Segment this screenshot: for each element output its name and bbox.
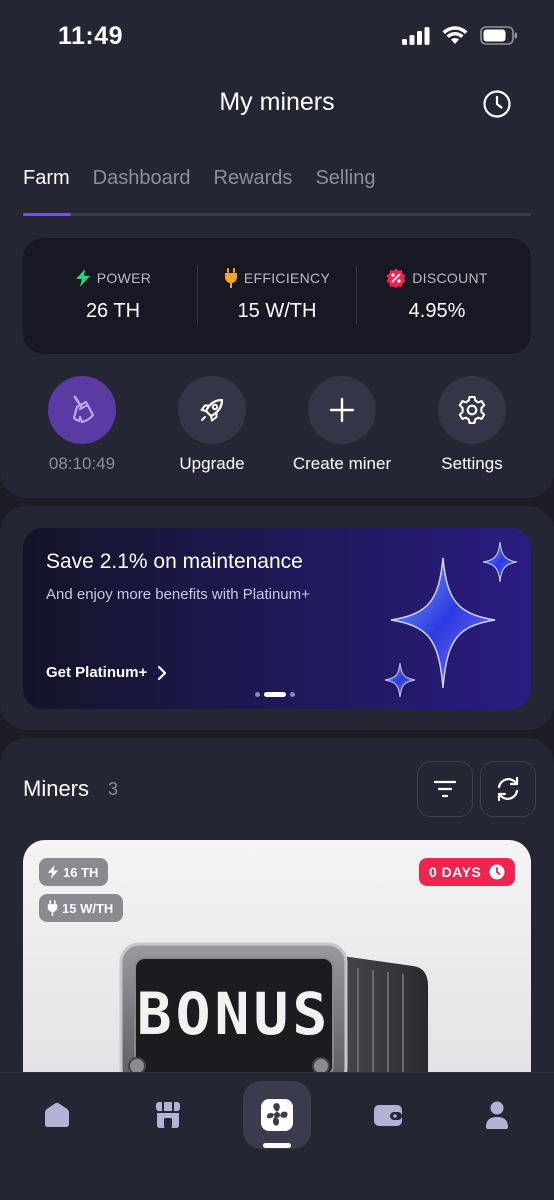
home-indicator (263, 1143, 291, 1148)
miner-efficiency-chip: 15 W/TH (39, 894, 124, 922)
maintenance-action[interactable]: 08:10:49 (17, 376, 147, 474)
stat-power-value: 26 TH (85, 300, 141, 322)
nav-wallet[interactable] (368, 1095, 408, 1135)
clock-icon (483, 90, 511, 118)
miner-device-image: BONUS (119, 942, 428, 1086)
wallet-icon (374, 1105, 402, 1126)
banner-subtitle: And enjoy more benefits with Platinum+ (46, 586, 310, 603)
miner-image-text: BONUS (137, 980, 332, 1048)
stat-efficiency: EFFICIENCY 15 W/TH (197, 268, 357, 323)
stat-discount-value: 4.95% (408, 300, 466, 322)
refresh-icon (497, 776, 519, 802)
status-time: 11:49 (58, 22, 124, 50)
farm-card: 11:49 My miners Farm Dashboard Rewards S… (0, 0, 554, 498)
create-miner-action[interactable]: Create miner (277, 376, 407, 474)
nav-profile[interactable] (477, 1095, 517, 1135)
clock-icon (489, 864, 505, 880)
nav-miners[interactable] (243, 1081, 311, 1149)
settings-label: Settings (441, 454, 503, 473)
stat-efficiency-label: EFFICIENCY (243, 270, 331, 286)
days-label: 0 DAYS (429, 864, 482, 880)
tab-farm[interactable]: Farm (23, 164, 70, 192)
nav-home[interactable] (37, 1095, 77, 1135)
stat-power-label: POWER (96, 270, 152, 286)
fan-icon (261, 1099, 293, 1131)
filter-button[interactable] (417, 761, 473, 817)
carousel-dot-active[interactable] (264, 692, 286, 697)
upgrade-button[interactable] (178, 376, 246, 444)
status-bar: 11:49 (0, 0, 554, 72)
maintenance-button[interactable] (48, 376, 116, 444)
settings-action[interactable]: Settings (407, 376, 537, 474)
home-icon (45, 1102, 69, 1127)
promo-section: Save 2.1% on maintenance And enjoy more … (0, 506, 554, 730)
create-miner-button[interactable] (308, 376, 376, 444)
banner-title: Save 2.1% on maintenance (46, 550, 303, 573)
miner-power: 16 TH (63, 864, 99, 880)
carousel-dots (255, 692, 295, 697)
lightning-icon (47, 865, 59, 879)
page-title: My miners (219, 88, 335, 116)
store-icon (156, 1102, 180, 1128)
tab-dashboard[interactable]: Dashboard (93, 164, 191, 192)
tab-active-indicator (23, 213, 71, 216)
upgrade-label: Upgrade (179, 454, 245, 473)
discount-badge-icon (386, 268, 406, 288)
get-platinum-link[interactable]: Get Platinum+ (46, 664, 167, 681)
stats-panel: POWER 26 TH EFFICIENCY 15 W/TH DISCOUNT … (23, 238, 531, 354)
get-platinum-label: Get Platinum+ (46, 664, 148, 681)
miners-title: Miners (23, 776, 90, 801)
tab-track (23, 213, 531, 216)
platinum-banner[interactable]: Save 2.1% on maintenance And enjoy more … (23, 528, 531, 709)
upgrade-action[interactable]: Upgrade (147, 376, 277, 474)
miner-power-chip: 16 TH (39, 858, 109, 886)
rocket-icon (200, 398, 224, 422)
plug-icon (224, 268, 237, 288)
broom-icon (72, 395, 95, 424)
stat-discount-label: DISCOUNT (412, 270, 488, 286)
stat-power: POWER 26 TH (33, 268, 193, 323)
tab-selling[interactable]: Selling (315, 164, 375, 192)
sparkle-stars-illustration (384, 541, 518, 698)
days-badge: 0 DAYS (419, 858, 516, 886)
lightning-icon (75, 269, 90, 287)
wifi-icon (442, 26, 468, 44)
filter-icon (433, 780, 457, 798)
stat-discount: DISCOUNT 4.95% (357, 268, 517, 323)
carousel-dot[interactable] (290, 692, 295, 697)
plug-icon (47, 900, 58, 916)
maintenance-timer: 08:10:49 (48, 454, 116, 473)
carousel-dot[interactable] (255, 692, 260, 697)
battery-icon (480, 26, 517, 45)
tab-bar: Farm Dashboard Rewards Selling (23, 164, 375, 192)
miners-count: 3 (108, 779, 119, 799)
status-icons (402, 26, 518, 45)
settings-button[interactable] (438, 376, 506, 444)
create-miner-label: Create miner (292, 454, 392, 473)
signal-icon (402, 26, 430, 45)
nav-store[interactable] (148, 1095, 188, 1135)
refresh-button[interactable] (480, 761, 536, 817)
miner-efficiency: 15 W/TH (62, 900, 114, 916)
stat-efficiency-value: 15 W/TH (237, 300, 317, 322)
tab-rewards[interactable]: Rewards (214, 164, 293, 192)
bottom-nav (0, 1072, 554, 1200)
profile-icon (486, 1101, 508, 1129)
plus-icon (329, 397, 355, 423)
history-button[interactable] (481, 88, 513, 120)
chevron-right-icon (158, 665, 167, 680)
gear-icon (458, 395, 486, 425)
